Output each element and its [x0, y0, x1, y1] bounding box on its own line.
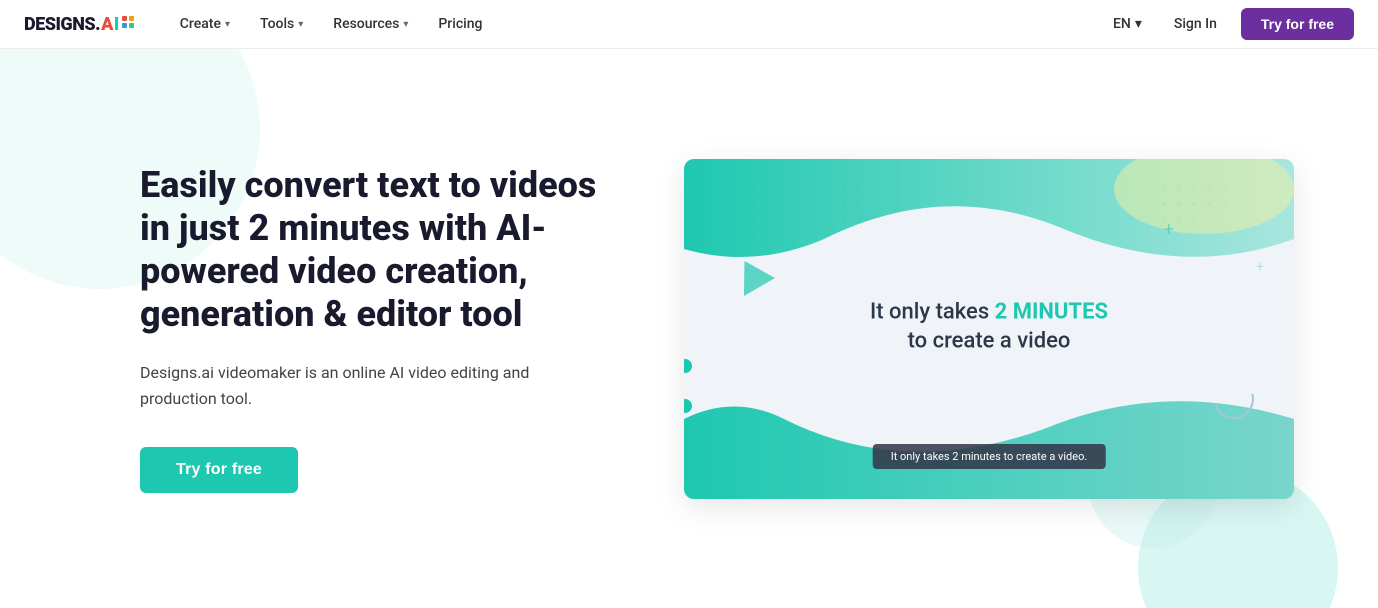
hero-description: Designs.ai videomaker is an online AI vi…: [140, 360, 560, 411]
logo-ai: AI: [101, 14, 136, 35]
hero-section: Easily convert text to videos in just 2 …: [0, 49, 1378, 608]
navbar: DESIGNS. AI Create ▾ Tools ▾ Resources ▾…: [0, 0, 1378, 49]
chevron-down-icon: ▾: [1135, 16, 1142, 32]
nav-tools[interactable]: Tools ▾: [248, 10, 315, 38]
hero-left: Easily convert text to videos in just 2 …: [140, 164, 620, 494]
video-preview[interactable]: + + It only takes 2 MINUTES to create a …: [684, 159, 1294, 499]
logo[interactable]: DESIGNS. AI: [24, 14, 136, 35]
dots-pattern-top: [744, 179, 944, 259]
video-caption: It only takes 2 minutes to create a vide…: [873, 444, 1106, 469]
nav-try-free-button[interactable]: Try for free: [1241, 8, 1354, 40]
nav-resources[interactable]: Resources ▾: [321, 10, 420, 38]
plus-decoration: +: [1164, 219, 1174, 240]
video-center-text: It only takes 2 MINUTES to create a vide…: [870, 299, 1108, 353]
hero-right: + + It only takes 2 MINUTES to create a …: [620, 159, 1298, 499]
logo-text: DESIGNS.: [24, 14, 100, 35]
nav-pricing[interactable]: Pricing: [426, 10, 494, 38]
hero-title: Easily convert text to videos in just 2 …: [140, 164, 620, 337]
chevron-down-icon: ▾: [225, 19, 230, 30]
video-highlight: 2 MINUTES: [995, 299, 1108, 324]
video-line1: It only takes 2 MINUTES: [870, 299, 1108, 324]
video-line2: to create a video: [870, 328, 1108, 353]
chevron-down-icon: ▾: [298, 19, 303, 30]
nav-create[interactable]: Create ▾: [168, 10, 242, 38]
sign-in-button[interactable]: Sign In: [1162, 10, 1229, 38]
hero-try-free-button[interactable]: Try for free: [140, 447, 298, 493]
chevron-down-icon: ▾: [403, 19, 408, 30]
teal-dot-1: [684, 359, 692, 373]
language-selector[interactable]: EN ▾: [1105, 10, 1150, 38]
nav-links: Create ▾ Tools ▾ Resources ▾ Pricing: [168, 10, 1105, 38]
wave-bottom-decoration: [684, 379, 1294, 499]
plus-small-decoration: +: [1256, 259, 1264, 275]
nav-right: EN ▾ Sign In Try for free: [1105, 8, 1354, 40]
